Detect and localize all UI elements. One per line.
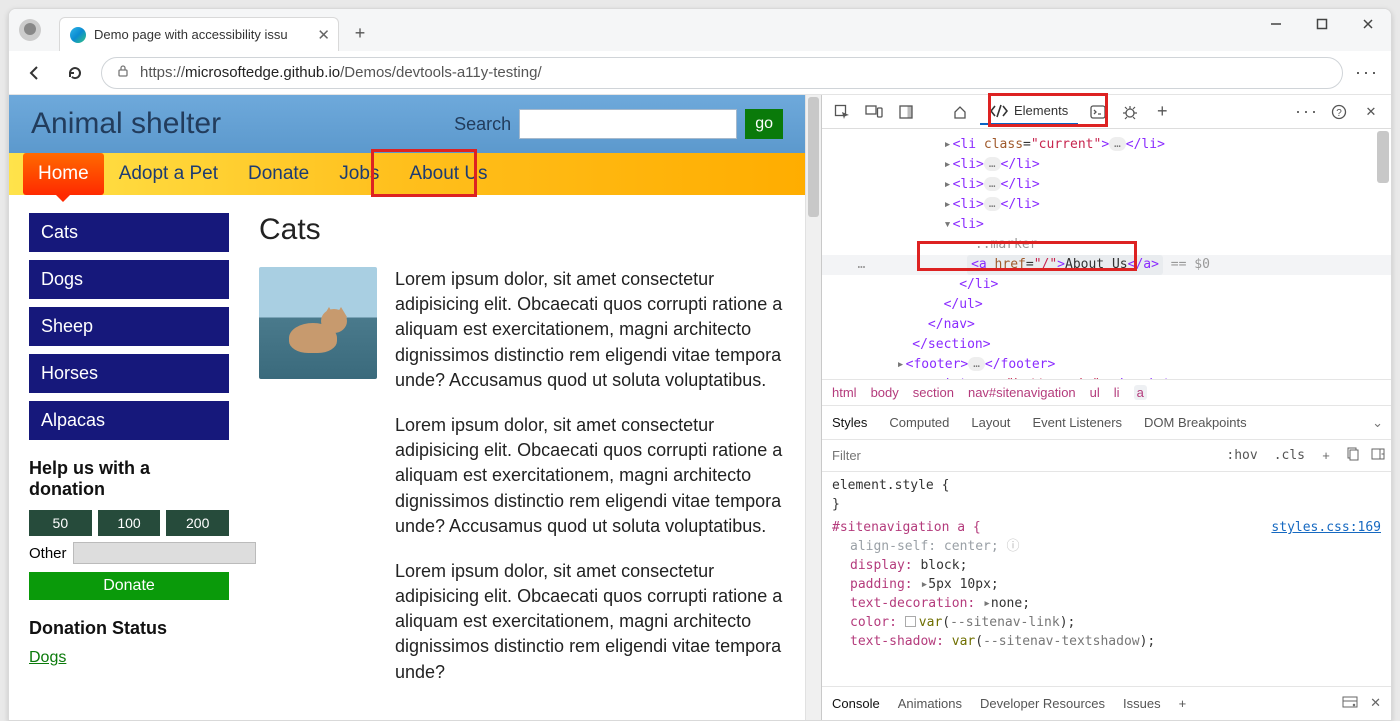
donation-heading: Help us with a donation — [29, 458, 229, 500]
article: Cats Lorem ipsum dolor, sit amet consect… — [259, 213, 785, 705]
dock-icon[interactable] — [894, 100, 918, 124]
other-label: Other — [29, 545, 67, 562]
drawer-close-icon[interactable]: ✕ — [1370, 695, 1381, 712]
titlebar: Demo page with accessibility issu ✕ + — [9, 9, 1391, 51]
sidebar-item-dogs[interactable]: Dogs — [29, 260, 229, 299]
sidebar-item-sheep[interactable]: Sheep — [29, 307, 229, 346]
nav-home[interactable]: Home — [23, 153, 104, 195]
close-tab-icon[interactable]: ✕ — [317, 26, 330, 44]
browser-more-icon[interactable]: ··· — [1355, 62, 1379, 83]
maximize-button[interactable] — [1299, 9, 1345, 39]
page-content: Animal shelter Search go Home Adopt a Pe… — [9, 95, 805, 720]
sidebar-item-cats[interactable]: Cats — [29, 213, 229, 252]
paragraph-2: Lorem ipsum dolor, sit amet consectetur … — [395, 413, 785, 539]
url-box[interactable]: https://microsoftedge.github.io/Demos/de… — [101, 57, 1343, 89]
devtools-drawer: Console Animations Developer Resources I… — [822, 686, 1391, 720]
styles-filter-input[interactable] — [822, 440, 1218, 471]
elements-tab[interactable]: Elements — [980, 99, 1078, 125]
subtab-layout[interactable]: Layout — [969, 409, 1012, 436]
url-text: https://microsoftedge.github.io/Demos/de… — [140, 64, 542, 81]
search-label: Search — [454, 114, 511, 135]
refresh-button[interactable] — [61, 64, 89, 82]
device-icon[interactable] — [862, 100, 886, 124]
minimize-button[interactable] — [1253, 9, 1299, 39]
nav-about[interactable]: About Us — [394, 153, 502, 195]
sidebar: Cats Dogs Sheep Horses Alpacas Help us w… — [29, 213, 229, 705]
subtab-styles[interactable]: Styles — [830, 409, 869, 436]
nav-jobs[interactable]: Jobs — [324, 153, 394, 195]
devtools-toolbar: Elements + ··· ? ✕ — [822, 95, 1391, 129]
dom-scrollbar[interactable] — [1377, 131, 1389, 377]
drawer-console[interactable]: Console — [832, 696, 880, 711]
styles-source-link[interactable]: styles.css:169 — [1271, 518, 1381, 537]
site-title: Animal shelter — [31, 107, 221, 141]
nav-donate[interactable]: Donate — [233, 153, 324, 195]
site-header: Animal shelter Search go — [9, 95, 805, 153]
welcome-icon[interactable] — [948, 100, 972, 124]
donate-100[interactable]: 100 — [98, 510, 161, 536]
new-style-rule-icon[interactable]: + — [1313, 448, 1339, 463]
drawer-devres[interactable]: Developer Resources — [980, 696, 1105, 711]
other-amount-input[interactable] — [73, 542, 256, 564]
close-devtools-icon[interactable]: ✕ — [1359, 100, 1383, 124]
paragraph-1: Lorem ipsum dolor, sit amet consectetur … — [395, 267, 785, 393]
drawer-expand-icon[interactable] — [1342, 695, 1358, 712]
close-window-button[interactable] — [1345, 9, 1391, 39]
dom-selected-node[interactable]: … <a href="/">About Us</a> == $0 — [822, 255, 1391, 275]
back-button[interactable] — [21, 64, 49, 82]
drawer-more-icon[interactable]: + — [1179, 696, 1187, 711]
subtab-computed[interactable]: Computed — [887, 409, 951, 436]
drawer-issues[interactable]: Issues — [1123, 696, 1161, 711]
devtools-panel: Elements + ··· ? ✕ ▸<li class="current">… — [821, 95, 1391, 720]
panel-icon[interactable] — [1365, 447, 1391, 464]
page-viewport: Animal shelter Search go Home Adopt a Pe… — [9, 95, 821, 720]
search-go-button[interactable]: go — [745, 109, 783, 139]
status-link-dogs[interactable]: Dogs — [29, 649, 66, 666]
inspect-icon[interactable] — [830, 100, 854, 124]
help-icon[interactable]: ? — [1327, 100, 1351, 124]
page-scrollbar[interactable] — [805, 95, 821, 720]
hov-toggle[interactable]: :hov — [1218, 448, 1265, 463]
dom-breadcrumbs[interactable]: html body section nav#sitenavigation ul … — [822, 379, 1391, 406]
profile-avatar[interactable] — [19, 19, 41, 41]
styles-pane[interactable]: element.style { } styles.css:169#sitenav… — [822, 472, 1391, 686]
sidebar-item-horses[interactable]: Horses — [29, 354, 229, 393]
sources-bug-icon[interactable] — [1118, 100, 1142, 124]
devtools-more-icon[interactable]: ··· — [1295, 100, 1319, 124]
subtab-event[interactable]: Event Listeners — [1030, 409, 1124, 436]
styles-filter-row: :hov .cls + — [822, 440, 1391, 472]
browser-tab[interactable]: Demo page with accessibility issu ✕ — [59, 17, 339, 51]
nav-adopt[interactable]: Adopt a Pet — [104, 153, 233, 195]
donate-50[interactable]: 50 — [29, 510, 92, 536]
svg-text:?: ? — [1336, 108, 1342, 119]
browser-window: Demo page with accessibility issu ✕ + ht… — [8, 8, 1392, 721]
drawer-animations[interactable]: Animations — [898, 696, 962, 711]
tab-title: Demo page with accessibility issu — [94, 27, 309, 42]
status-heading: Donation Status — [29, 618, 229, 639]
search-input[interactable] — [519, 109, 737, 139]
styles-subtabs: Styles Computed Layout Event Listeners D… — [822, 406, 1391, 440]
paragraph-3: Lorem ipsum dolor, sit amet consectetur … — [395, 559, 785, 685]
new-tab-button[interactable]: + — [345, 18, 375, 48]
dom-tree[interactable]: ▸<li class="current">…</li> ▸<li>…</li> … — [822, 129, 1391, 379]
console-icon[interactable] — [1086, 100, 1110, 124]
workspace: Animal shelter Search go Home Adopt a Pe… — [9, 95, 1391, 720]
lock-icon — [116, 64, 130, 82]
cls-toggle[interactable]: .cls — [1266, 448, 1313, 463]
chevron-down-icon[interactable]: ⌄ — [1372, 415, 1383, 431]
donate-200[interactable]: 200 — [166, 510, 229, 536]
cat-photo — [259, 267, 377, 379]
address-bar: https://microsoftedge.github.io/Demos/de… — [9, 51, 1391, 95]
main-nav: Home Adopt a Pet Donate Jobs About Us — [9, 153, 805, 195]
more-tabs-icon[interactable]: + — [1150, 100, 1174, 124]
sidebar-item-alpacas[interactable]: Alpacas — [29, 401, 229, 440]
edge-favicon-icon — [70, 27, 86, 43]
article-heading: Cats — [259, 213, 785, 247]
copy-icon[interactable] — [1339, 447, 1365, 464]
donate-button[interactable]: Donate — [29, 572, 229, 600]
subtab-dom[interactable]: DOM Breakpoints — [1142, 409, 1249, 436]
